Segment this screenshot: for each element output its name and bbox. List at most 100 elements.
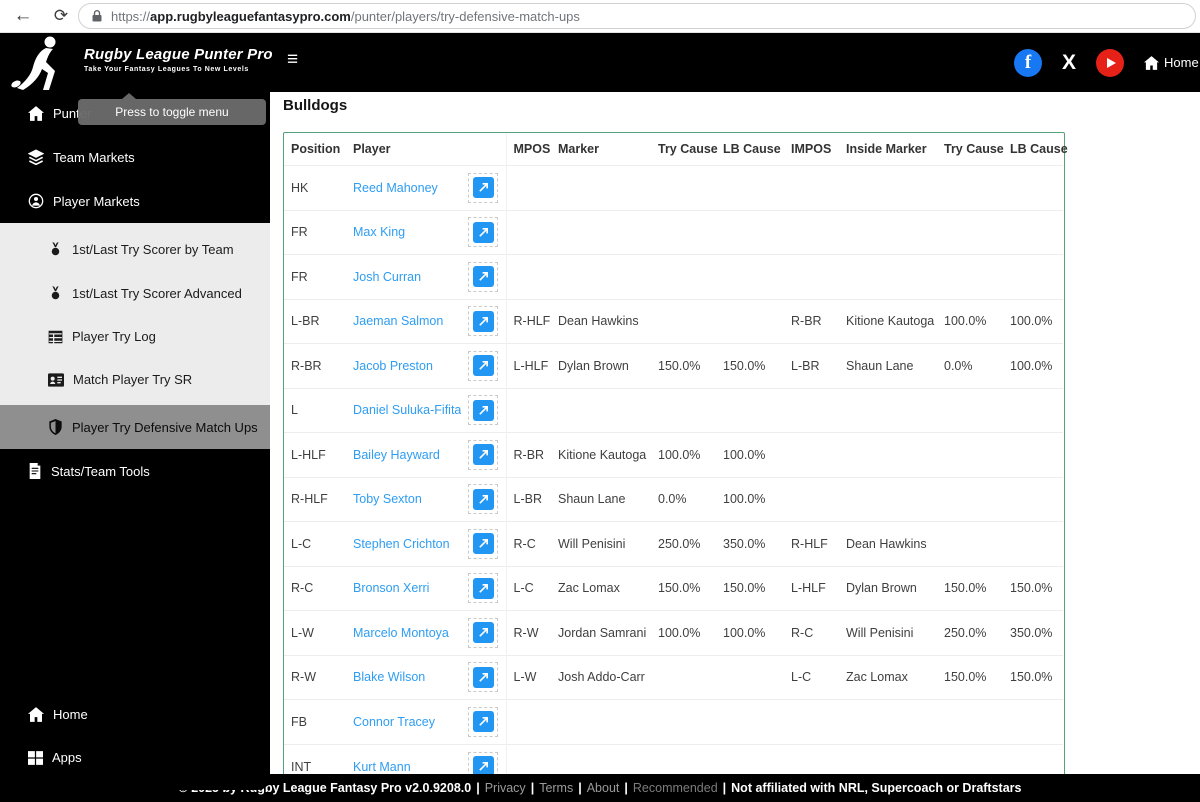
sidebar-item-label: Player Markets [53,193,140,209]
footer-text: Not affiliated with NRL, Supercoach or D… [731,781,1022,795]
sidebar-item-player-markets[interactable]: Player Markets [0,179,270,223]
cell-player: Daniel Suluka-Fifita [346,388,461,433]
cell-lb-cause-2: 100.0% [1010,358,1053,373]
cell-position: L-HLF [291,447,326,462]
sidebar-item-first-last-try-scorer-by-team[interactable]: 1st/Last Try Scorer by Team [0,227,270,271]
header-home-link[interactable]: Home [1144,55,1199,70]
cell-try-cause [651,388,716,433]
player-link[interactable]: Stephen Crichton [353,537,450,551]
open-player-box [468,706,498,737]
footer-link[interactable]: Terms [539,781,573,795]
player-link[interactable]: Connor Tracey [353,715,435,729]
open-player-button[interactable] [472,711,494,733]
cell-icon [461,700,506,745]
sidebar-item-apps[interactable]: Apps [0,736,270,779]
column-header-marker: Marker [558,142,599,156]
player-link[interactable]: Marcelo Montoya [353,626,449,640]
table-row: R-C Bronson Xerri L-C Zac Lomax 150.0% 150.0%… [284,566,1063,611]
player-link[interactable]: Josh Curran [353,270,421,284]
cell-marker: Will Penisini [558,536,626,551]
browser-reload-button[interactable]: ⟳ [46,2,76,30]
cell-impos [784,210,839,255]
open-player-button[interactable] [472,177,494,199]
sidebar-item-home[interactable]: Home [0,693,270,736]
cell-icon [461,299,506,344]
main-content: Bulldogs Position Player MPOS Marker Try… [270,92,1200,774]
sidebar-item-match-player-try-sr[interactable]: Match Player Try SR [0,358,270,401]
player-link[interactable]: Bailey Hayward [353,448,440,462]
player-link[interactable]: Daniel Suluka-Fifita [353,403,461,417]
cell-icon [461,566,506,611]
cell-inside-marker [839,700,937,745]
brand-tagline: Take Your Fantasy Leagues To New Levels [84,66,249,73]
cell-try-cause-2 [937,433,1003,478]
external-link-icon [478,672,488,682]
open-player-button[interactable] [472,577,494,599]
cell-inside-marker: Will Penisini [846,625,914,640]
open-player-button[interactable] [472,399,494,421]
cell-lb-cause [716,700,784,745]
external-link-icon [478,628,488,638]
cell-try-cause [651,255,716,300]
open-player-button[interactable] [472,444,494,466]
open-player-button[interactable] [472,533,494,555]
browser-back-button[interactable]: ← [8,2,38,30]
open-player-button[interactable] [472,266,494,288]
open-player-button[interactable] [472,355,494,377]
cell-impos [784,477,839,522]
footer-link[interactable]: About [587,781,620,795]
player-link[interactable]: Max King [353,225,405,239]
cell-marker: Jordan Samrani [558,625,647,640]
sidebar-item-stats-team-tools[interactable]: Stats/Team Tools [0,449,270,493]
cell-marker: Kitione Kautoga [558,447,647,462]
table-row: INT Kurt Mann [284,744,1063,774]
facebook-icon[interactable]: f [1014,48,1042,77]
sidebar-item-player-try-defensive-match-ups[interactable]: Player Try Defensive Match Ups [0,405,270,449]
cell-icon [461,344,506,389]
player-link[interactable]: Blake Wilson [353,670,425,684]
open-player-button[interactable] [472,221,494,243]
footer-separator: | [624,781,628,795]
cell-marker: Shaun Lane [558,492,626,507]
open-player-button[interactable] [472,310,494,332]
player-link[interactable]: Bronson Xerri [353,581,429,595]
footer-separator: | [476,781,480,795]
cell-lb-cause-2 [1003,477,1063,522]
footer-link[interactable]: Privacy [485,781,526,795]
cell-mpos: L-BR [505,477,551,522]
cell-icon [461,433,506,478]
player-link[interactable]: Toby Sexton [353,492,422,506]
menu-toggle-button[interactable]: ≡ [287,50,298,69]
open-player-button[interactable] [472,622,494,644]
sidebar-item-account[interactable]: Account [0,779,270,790]
cell-lb-cause [716,388,784,433]
table-row: L-W Marcelo Montoya R-W Jordan Samrani 100.0… [284,610,1063,655]
player-link[interactable]: Jacob Preston [353,359,433,373]
address-bar[interactable]: https://app.rugbyleaguefantasypro.com/pu… [78,3,1196,29]
sidebar-item-team-markets[interactable]: Team Markets [0,135,270,179]
open-player-button[interactable] [472,666,494,688]
sidebar-item-player-try-log[interactable]: Player Try Log [0,315,270,358]
brand-text: Rugby League Punter Pro Take Your Fantas… [84,46,273,73]
sidebar-item-first-last-try-scorer-advanced[interactable]: 1st/Last Try Scorer Advanced [0,271,270,315]
open-player-box [468,395,498,426]
player-link[interactable]: Jaeman Salmon [353,314,443,328]
sidebar: Punter Team Markets Player Markets 1st/L… [0,92,270,790]
menu-toggle-tooltip: Press to toggle menu [78,93,266,125]
column-header-player: Player [353,142,391,156]
cell-player: Jacob Preston [346,344,461,389]
external-link-icon [478,405,488,415]
player-link[interactable]: Reed Mahoney [353,181,438,195]
browser-bar: ← ⟳ https://app.rugbyleaguefantasypro.co… [0,0,1200,33]
column-header-icon [461,133,506,166]
open-player-button[interactable] [472,756,494,774]
table-row: L-HLF Bailey Hayward R-BR Kitione Kautoga 10… [284,432,1063,478]
cell-impos [784,388,839,433]
youtube-icon[interactable] [1096,48,1125,77]
open-player-button[interactable] [472,488,494,510]
cell-position: FR [291,269,308,284]
cell-position: R-W [291,670,316,685]
id-card-icon [48,372,64,387]
player-link[interactable]: Kurt Mann [353,760,411,774]
x-twitter-icon[interactable]: X [1062,51,1076,75]
